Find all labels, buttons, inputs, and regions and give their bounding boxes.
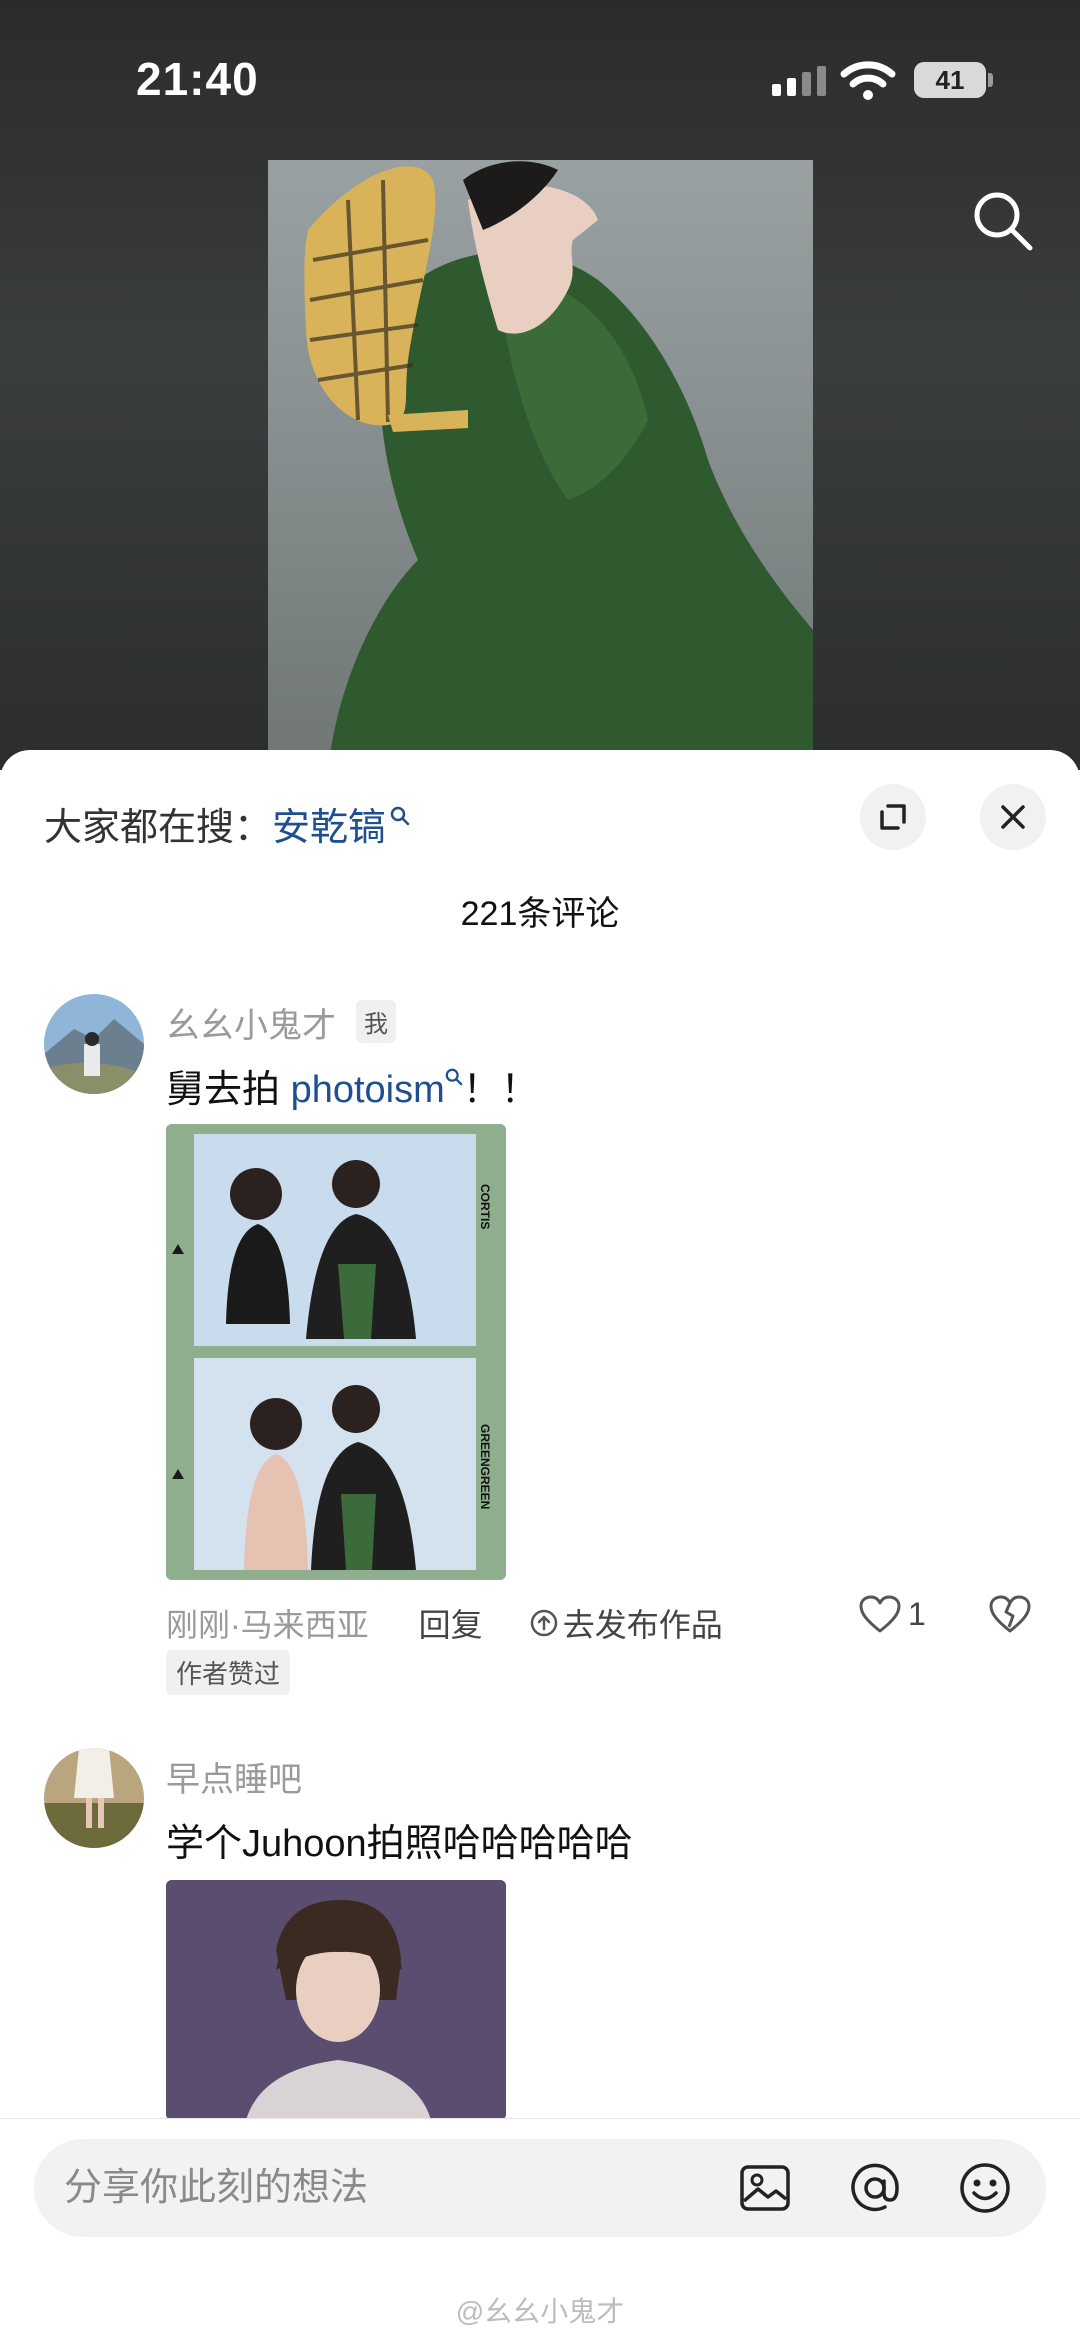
keyword-search-icon <box>390 806 410 826</box>
comment-input-container[interactable] <box>34 2139 1046 2237</box>
battery-tip <box>988 73 993 87</box>
publish-work-label: 去发布作品 <box>562 1607 723 1643</box>
keyword-search-icon <box>445 1068 463 1086</box>
emoji-button[interactable] <box>954 2157 1016 2219</box>
comment-text: 学个Juhoon拍照哈哈哈哈哈 <box>166 1823 633 1865</box>
close-icon <box>1001 805 1025 829</box>
avatar[interactable] <box>44 1748 144 1848</box>
wifi-icon <box>840 61 896 100</box>
image-button[interactable] <box>734 2157 796 2219</box>
like-button[interactable]: 1 <box>858 1594 926 1634</box>
mention-button[interactable] <box>844 2157 906 2219</box>
status-time: 21:40 <box>136 53 259 105</box>
watermark: @幺幺小鬼才 <box>455 2296 625 2327</box>
avatar[interactable] <box>44 994 144 1094</box>
strip-label-bottom: GREENGREEN <box>478 1424 492 1510</box>
comment-image[interactable]: CORTIS GREENGREEN <box>166 1124 506 1580</box>
publish-work-button[interactable]: 去发布作品 <box>529 1600 723 1646</box>
comment-photo <box>166 1880 506 2120</box>
comment-input[interactable] <box>64 2139 704 2237</box>
author-liked-badge: 作者赞过 <box>166 1650 291 1695</box>
trending-keyword[interactable]: 安乾镐 <box>272 796 386 851</box>
strip-label-top: CORTIS <box>478 1184 492 1230</box>
close-button[interactable] <box>980 784 1046 850</box>
comment-text-prefix: 舅去拍 <box>166 1069 291 1111</box>
trending-search[interactable]: 大家都在搜： 安乾镐 <box>44 796 410 851</box>
comment-time-location: 刚刚·马来西亚 <box>166 1607 369 1643</box>
battery-icon: 41 <box>914 62 986 98</box>
post-photo-illustration <box>304 161 813 770</box>
search-icon[interactable] <box>970 188 1036 254</box>
emoji-icon <box>960 2163 1010 2213</box>
post-image-area[interactable]: 21:40 41 <box>0 0 1080 770</box>
trending-prefix: 大家都在搜： <box>44 807 273 849</box>
cellular-signal-icon <box>772 66 826 96</box>
reply-button[interactable]: 回复 <box>419 1600 483 1646</box>
comment-username[interactable]: 早点睡吧 <box>166 1752 302 1801</box>
heart-icon <box>859 1595 901 1633</box>
comment-text: 舅去拍 photoism ！！ <box>166 1058 539 1113</box>
comments-sheet: 大家都在搜： 安乾镐 221条评论 幺幺小鬼才 我 舅去拍 photoism ！… <box>0 750 1080 2341</box>
at-icon <box>851 2163 899 2212</box>
comment-keyword-link[interactable]: photoism <box>291 1069 445 1111</box>
image-icon <box>740 2165 790 2211</box>
comment-item: 早点睡吧 学个Juhoon拍照哈哈哈哈哈 <box>0 1748 1080 2148</box>
battery-level: 41 <box>935 64 965 95</box>
post-photo[interactable] <box>268 160 813 770</box>
comment-username[interactable]: 幺幺小鬼才 <box>166 998 336 1047</box>
comment-count: 221条评论 <box>460 895 620 933</box>
status-bar: 21:40 41 <box>0 0 1080 150</box>
comment-meta: 刚刚·马来西亚 回复 去发布作品 <box>166 1600 723 1646</box>
avatar-image <box>44 994 144 1094</box>
expand-icon <box>880 804 906 830</box>
comment-image[interactable] <box>166 1880 506 2120</box>
upload-icon <box>530 1609 557 1637</box>
me-badge: 我 <box>356 1000 396 1043</box>
comment-text-suffix: ！！ <box>462 1069 539 1111</box>
avatar-image <box>44 1748 144 1848</box>
dislike-button[interactable] <box>988 1594 1032 1639</box>
like-count: 1 <box>908 1595 926 1632</box>
photo-strip <box>166 1124 506 1580</box>
broken-heart-icon <box>989 1595 1031 1633</box>
expand-button[interactable] <box>860 784 926 850</box>
comment-item: 幺幺小鬼才 我 舅去拍 photoism ！！ CORTIS GREENGREEN… <box>0 994 1080 1695</box>
